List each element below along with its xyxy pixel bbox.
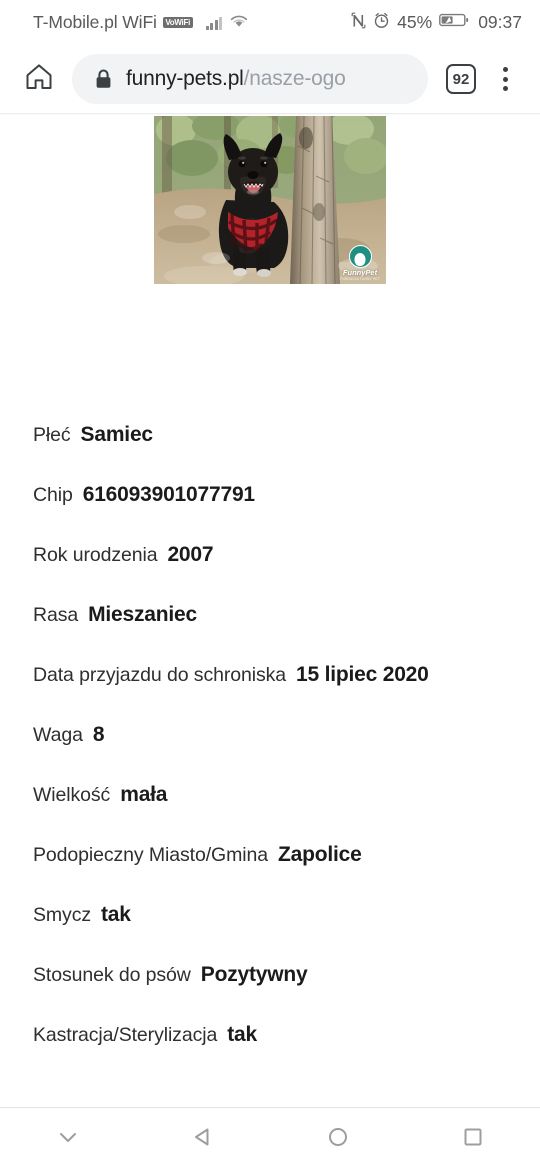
tab-switcher-button[interactable]: 92 — [442, 60, 480, 98]
chevron-down-icon — [55, 1124, 81, 1155]
spec-value: mała — [120, 783, 168, 806]
spec-row-plec: Płeć Samiec — [33, 405, 540, 465]
spec-label: Data przyjazdu do schroniska — [33, 663, 286, 686]
status-bar-right: 45% 09:37 — [351, 12, 522, 34]
spec-row-wielkosc: Wielkość mała — [33, 765, 540, 825]
web-page-content: FunnyPet FUNDACJA FUNNY PET Płeć Samiec … — [0, 115, 540, 1107]
spec-label: Stosunek do psów — [33, 963, 191, 986]
spec-value: Zapolice — [277, 843, 362, 866]
spec-row-data-przyjazdu: Data przyjazdu do schroniska 15 lipiec 2… — [33, 645, 540, 705]
spec-row-rasa: Rasa Mieszaniec — [33, 585, 540, 645]
spec-label: Smycz — [33, 903, 92, 926]
spec-row-kastracja-sterylizacja: Kastracja/Sterylizacja tak — [33, 1005, 540, 1065]
wifi-icon — [229, 13, 249, 33]
spec-row-waga: Waga 8 — [33, 705, 540, 765]
spec-value: Pozytywny — [200, 963, 308, 986]
carrier-label: T-Mobile.pl WiFi — [33, 12, 157, 32]
status-clock: 09:37 — [478, 12, 522, 32]
spec-label: Chip — [33, 483, 73, 506]
spec-row-rok-urodzenia: Rok urodzenia 2007 — [33, 525, 540, 585]
lock-icon[interactable] — [94, 68, 113, 90]
home-button-nav[interactable] — [270, 1108, 405, 1170]
url-path: /nasze-ogo — [243, 67, 346, 90]
spec-value: tak — [101, 903, 131, 926]
android-nav-bar — [0, 1108, 540, 1170]
spec-row-stosunek-do-psow: Stosunek do psów Pozytywny — [33, 945, 540, 1005]
toolbar-shadow — [0, 113, 540, 115]
pet-photo[interactable]: FunnyPet FUNDACJA FUNNY PET — [154, 116, 386, 284]
alarm-clock-icon — [373, 12, 390, 34]
browser-toolbar: funny-pets.pl/nasze-ogo 92 — [0, 45, 540, 113]
overflow-menu-button[interactable] — [484, 57, 526, 101]
spec-label: Rok urodzenia — [33, 543, 158, 566]
spec-label: Rasa — [33, 603, 79, 626]
back-button[interactable] — [135, 1108, 270, 1170]
recents-button[interactable] — [405, 1108, 540, 1170]
phone-screen: T-Mobile.pl WiFi VoWiFi 45% 09:37 funny-… — [0, 0, 540, 1170]
url-text: funny-pets.pl/nasze-ogo — [126, 67, 346, 91]
spec-value: Samiec — [80, 423, 154, 446]
address-bar[interactable]: funny-pets.pl/nasze-ogo — [72, 54, 428, 104]
home-button[interactable] — [16, 56, 62, 102]
home-icon — [24, 62, 54, 97]
nfc-icon — [351, 12, 366, 34]
tab-count-label: 92 — [446, 64, 476, 94]
back-triangle-icon — [190, 1124, 216, 1155]
status-bar-left: T-Mobile.pl WiFi VoWiFi — [33, 12, 249, 33]
status-bar: T-Mobile.pl WiFi VoWiFi 45% 09:37 — [0, 0, 540, 45]
signal-bars-icon — [205, 16, 222, 30]
overflow-menu-icon-dot3 — [502, 86, 508, 91]
spec-label: Podopieczny Miasto/Gmina — [33, 843, 268, 866]
pet-photo-illustration — [154, 116, 386, 284]
spec-row-chip: Chip 616093901077791 — [33, 465, 540, 525]
pet-photo-container: FunnyPet FUNDACJA FUNNY PET — [0, 115, 540, 284]
spec-value: 616093901077791 — [82, 483, 255, 506]
hide-keyboard-button[interactable] — [0, 1108, 135, 1170]
overflow-menu-icon — [502, 67, 508, 72]
spec-value: Mieszaniec — [88, 603, 198, 626]
overflow-menu-icon-dot2 — [502, 76, 508, 82]
spec-value: 2007 — [167, 543, 214, 566]
spec-label: Wielkość — [33, 783, 111, 806]
spec-label: Waga — [33, 723, 83, 746]
battery-charging-icon — [439, 12, 469, 33]
spec-label: Kastracja/Sterylizacja — [33, 1023, 218, 1046]
spec-row-podopieczny-miasto-gmina: Podopieczny Miasto/Gmina Zapolice — [33, 825, 540, 885]
spec-value: 8 — [92, 723, 105, 746]
spec-value: 15 lipiec 2020 — [296, 663, 429, 686]
spec-value: tak — [227, 1023, 257, 1046]
vowifi-icon: VoWiFi — [162, 17, 193, 28]
spec-row-smycz: Smycz tak — [33, 885, 540, 945]
url-host: funny-pets.pl — [126, 67, 244, 90]
battery-percent-label: 45% — [397, 12, 433, 32]
recents-square-icon — [460, 1124, 486, 1155]
spec-label: Płeć — [33, 423, 71, 446]
home-circle-icon — [325, 1124, 351, 1155]
pet-spec-list: Płeć Samiec Chip 616093901077791 Rok uro… — [0, 405, 540, 1065]
